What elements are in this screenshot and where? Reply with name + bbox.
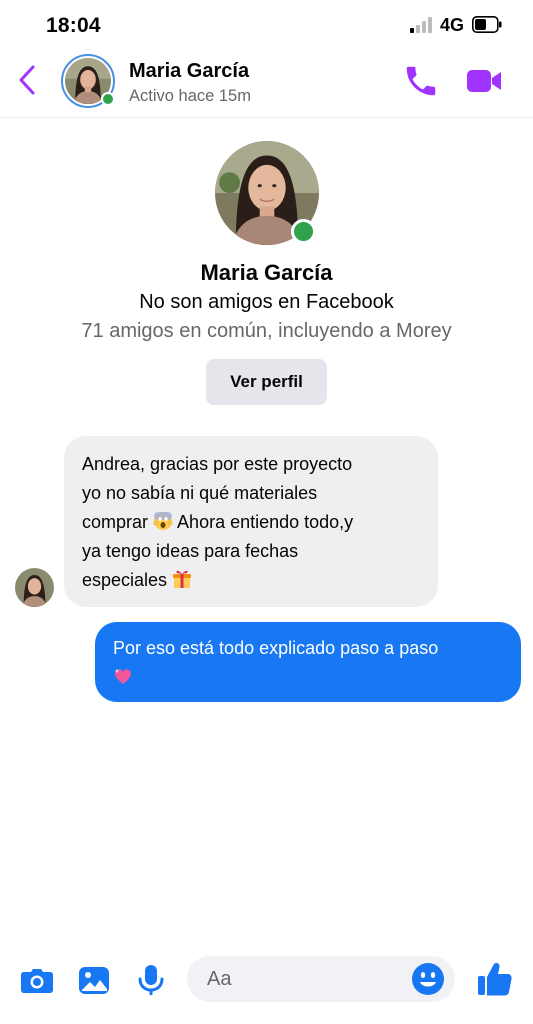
gallery-icon (79, 967, 109, 994)
friendship-status: No son amigos en Facebook (139, 291, 394, 313)
status-time: 18:04 (46, 14, 101, 37)
message-line: comprar (82, 512, 149, 532)
audio-call-button[interactable] (402, 62, 440, 100)
camera-icon (21, 969, 53, 993)
video-camera-icon (467, 70, 501, 92)
phone-icon (406, 66, 436, 96)
signal-icon (410, 17, 432, 33)
back-icon (19, 65, 35, 95)
battery-icon (472, 16, 502, 33)
message-input-container (187, 956, 455, 1002)
view-profile-button[interactable]: Ver perfil (206, 359, 327, 405)
video-call-button[interactable] (465, 64, 503, 98)
microphone-icon (138, 965, 164, 995)
message-line-group: comprar Ahora entiendo todo,y (82, 508, 420, 537)
sender-avatar[interactable] (15, 568, 54, 607)
network-type: 4G (440, 15, 465, 35)
message-line: yo no sabía ni qué materiales (82, 483, 318, 503)
profile-online-indicator (291, 219, 316, 244)
contact-name[interactable]: Maria García (129, 60, 249, 83)
screaming-face-emoji (153, 512, 173, 530)
message-line: Ahora entiendo todo,y (177, 512, 354, 532)
emoji-button[interactable] (411, 962, 445, 996)
chat-header: Maria García Activo hace 15m (0, 48, 533, 118)
gallery-button[interactable] (77, 964, 111, 996)
gift-emoji (173, 570, 192, 588)
message-line: Por eso está todo explicado paso a paso (113, 638, 439, 658)
sparkling-heart-emoji (115, 669, 131, 684)
incoming-message-bubble[interactable]: Andrea, gracias por este proyecto yo no … (64, 436, 438, 607)
message-input[interactable] (207, 956, 407, 1002)
sender-photo (15, 568, 54, 607)
profile-name: Maria García (200, 260, 333, 285)
voice-message-button[interactable] (134, 964, 168, 996)
message-composer (0, 950, 533, 1010)
message-line-group: especiales (82, 566, 420, 595)
mutual-friends: 71 amigos en común, incluyendo a Morey (81, 320, 452, 342)
back-button[interactable] (12, 62, 42, 98)
message-line: ya tengo ideas para fechas (82, 541, 299, 561)
online-indicator (101, 92, 115, 106)
camera-button[interactable] (20, 964, 54, 996)
message-line: Andrea, gracias por este proyecto (82, 454, 353, 474)
emoji-icon (412, 963, 444, 995)
thumbs-up-icon (478, 963, 512, 996)
message-line: especiales (82, 570, 168, 590)
like-button[interactable] (476, 960, 514, 998)
status-bar: 18:04 4G (0, 0, 533, 48)
active-status: Activo hace 15m (129, 87, 251, 105)
outgoing-message-bubble[interactable]: Por eso está todo explicado paso a paso (95, 622, 521, 702)
